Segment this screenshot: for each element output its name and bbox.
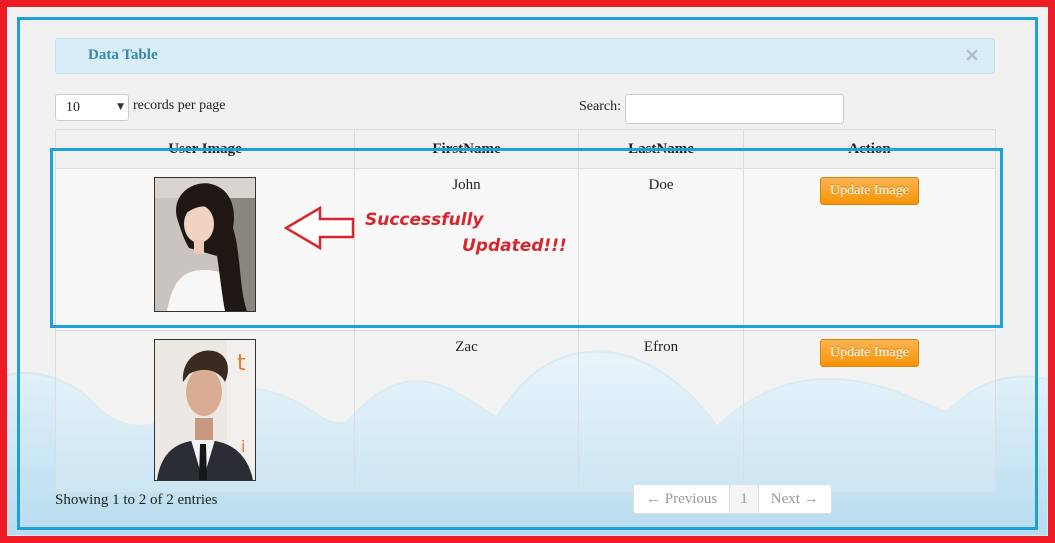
update-image-button[interactable]: Update Image [820, 339, 919, 367]
pagination: ← Previous 1 Next → [633, 484, 832, 514]
records-per-page-value: 10 [66, 100, 80, 115]
user-photo: t i [154, 339, 256, 481]
action-cell: Update Image [743, 168, 996, 331]
action-cell: Update Image [743, 330, 996, 493]
next-page-button[interactable]: Next → [758, 484, 832, 514]
user-photo [154, 177, 256, 312]
lastname-cell: Doe [578, 168, 744, 331]
left-arrow-icon [284, 206, 355, 250]
table-header-row: User Image FirstName LastName Action [55, 129, 996, 169]
search-input[interactable] [625, 94, 844, 124]
data-table: User Image FirstName LastName Action Joh… [55, 129, 996, 493]
page-1-button[interactable]: 1 [729, 484, 759, 514]
column-header-action[interactable]: Action [743, 129, 996, 169]
user-image-cell: t i [55, 330, 355, 493]
records-per-page-select[interactable]: 10 ▼ [55, 94, 129, 121]
svg-text:t: t [237, 351, 246, 376]
annotation-line-2: Updated!!! [462, 236, 567, 256]
column-header-firstname[interactable]: FirstName [354, 129, 579, 169]
previous-page-button[interactable]: ← Previous [633, 484, 730, 514]
column-header-lastname[interactable]: LastName [578, 129, 744, 169]
records-per-page-label: records per page [133, 98, 226, 113]
chevron-down-icon: ▼ [117, 102, 124, 112]
table-info: Showing 1 to 2 of 2 entries [55, 492, 218, 508]
panel-title: Data Table [88, 47, 158, 63]
column-header-user-image[interactable]: User Image [55, 129, 355, 169]
panel-header: Data Table × [55, 38, 995, 74]
annotation-line-1: Successfully [365, 210, 484, 230]
svg-text:i: i [241, 437, 245, 456]
update-image-button[interactable]: Update Image [820, 177, 919, 205]
lastname-cell: Efron [578, 330, 744, 493]
search-label: Search: [579, 99, 621, 114]
table-row: t i Zac Efron Update Image [55, 330, 996, 493]
page-background: Data Table × 10 ▼ records per page Searc… [7, 7, 1048, 536]
firstname-cell: Zac [354, 330, 579, 493]
close-icon[interactable]: × [964, 44, 980, 66]
